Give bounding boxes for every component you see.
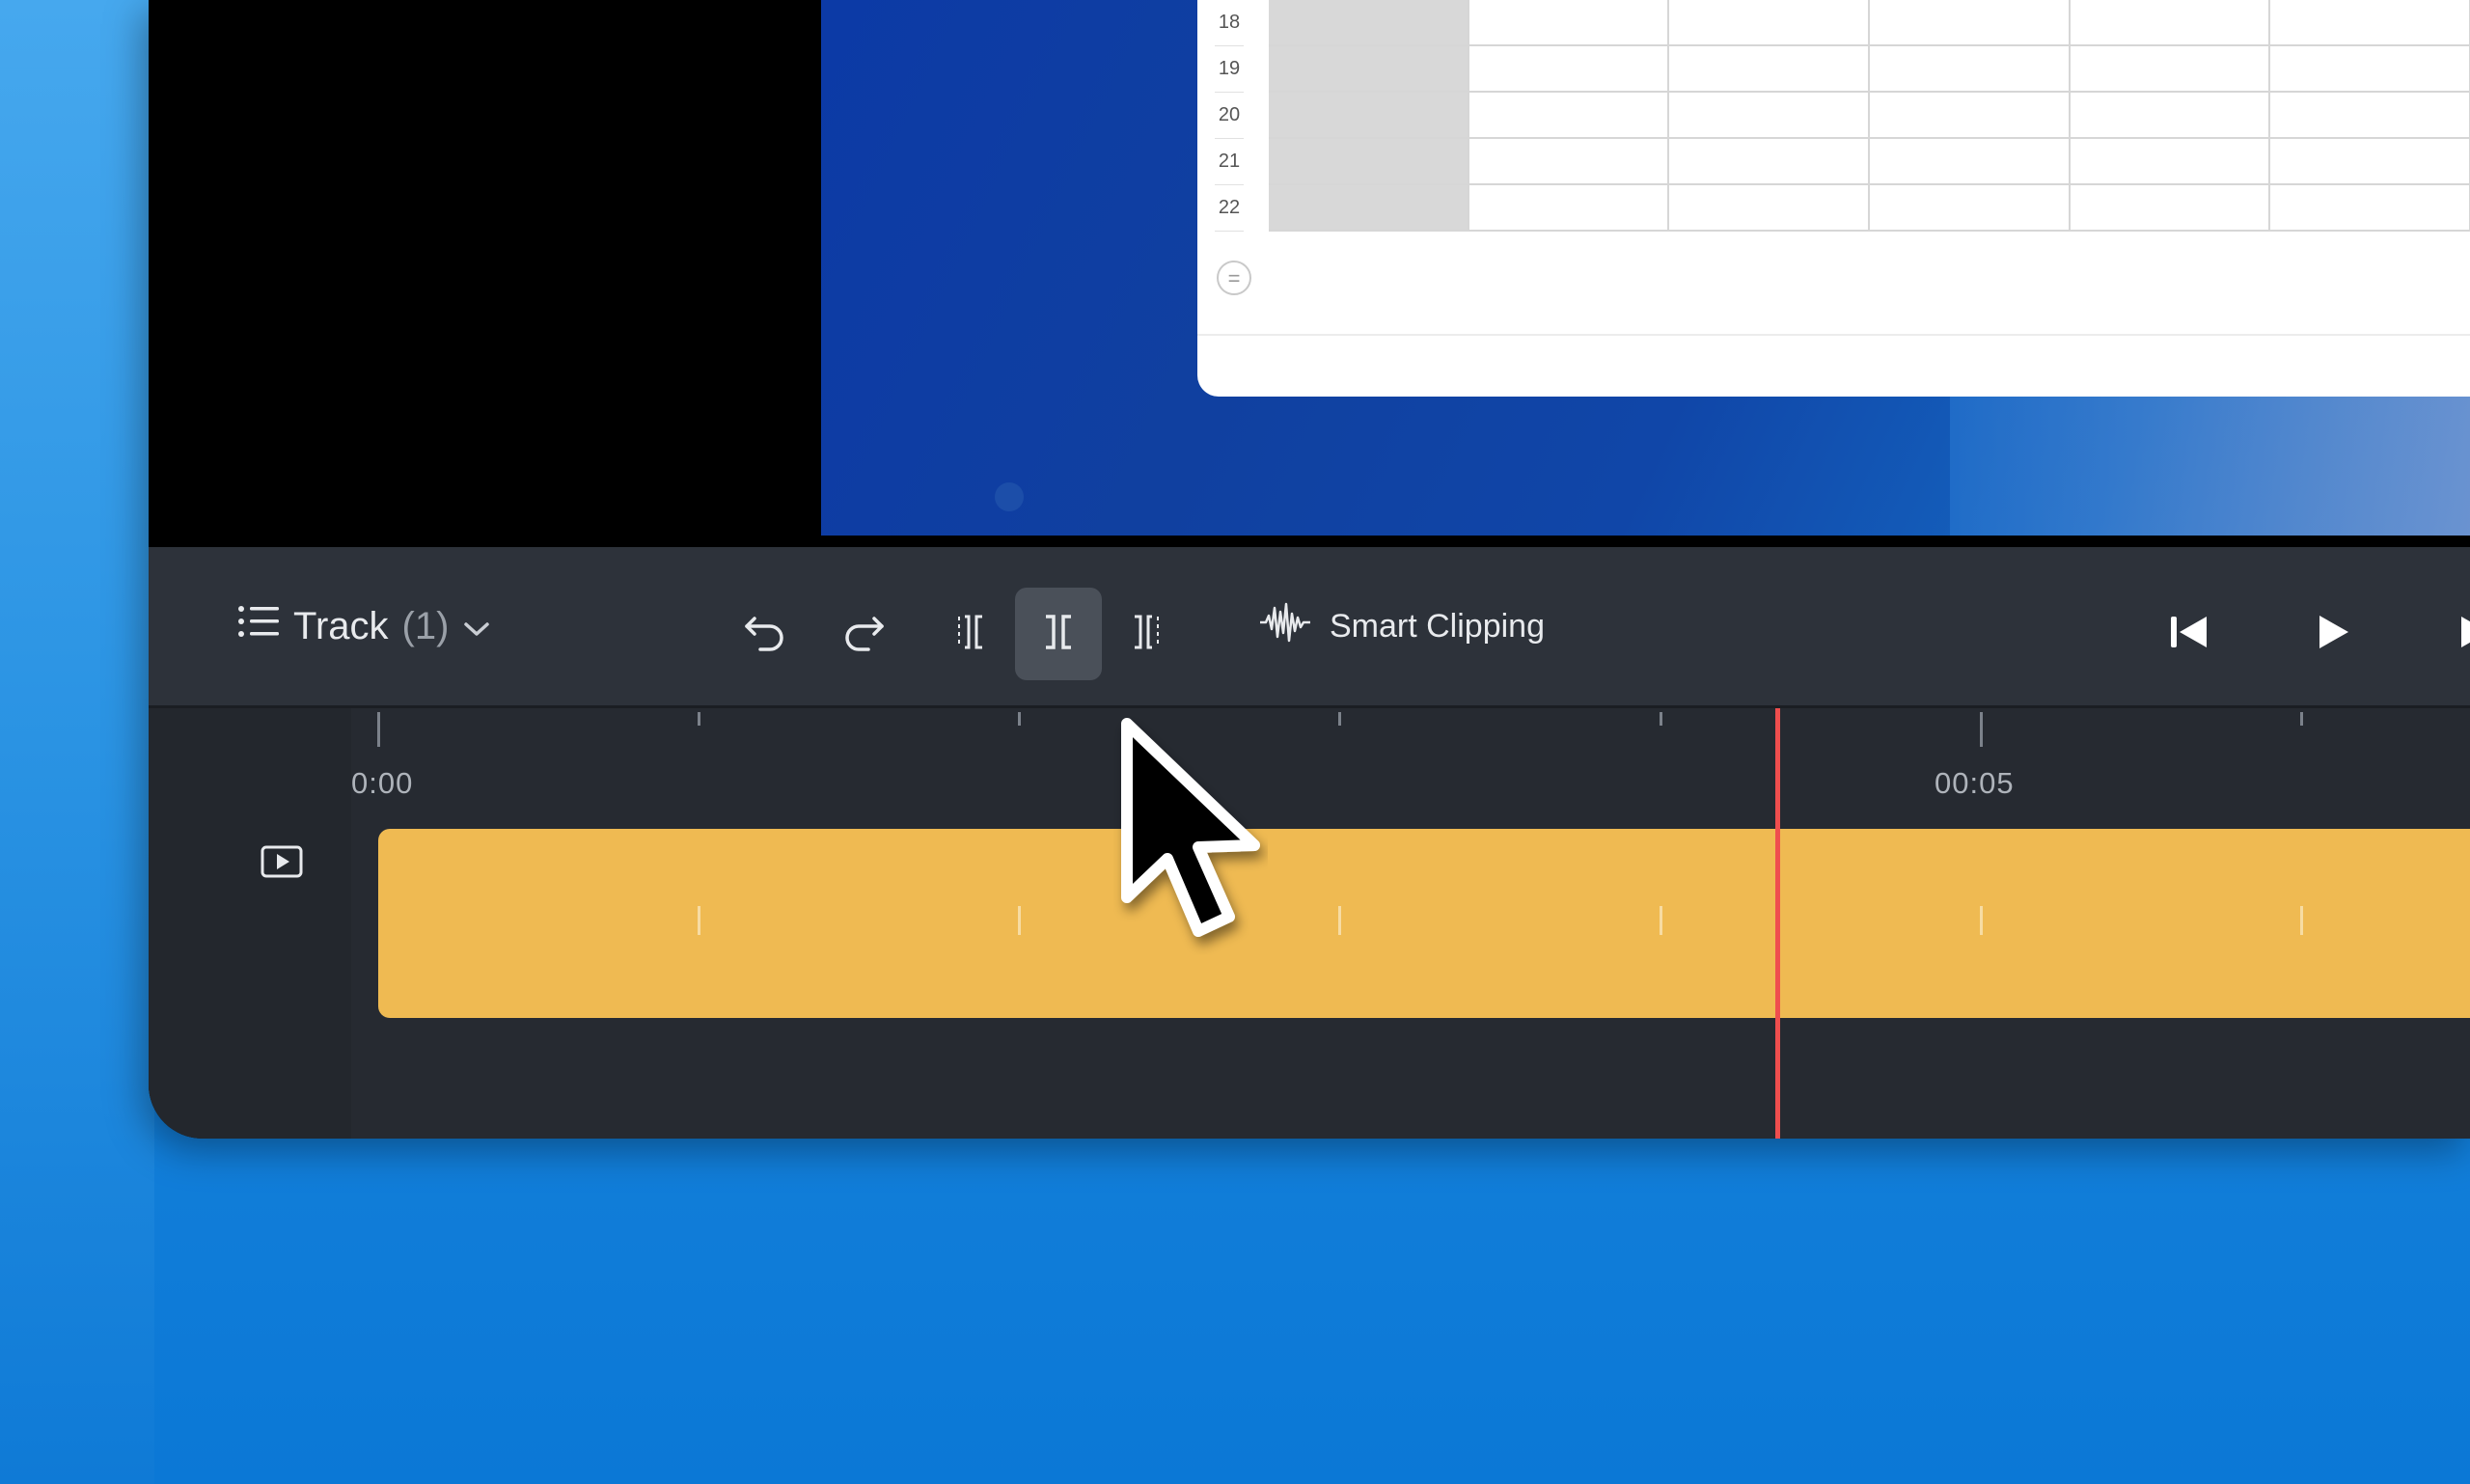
play-icon: [2316, 613, 2352, 656]
cell[interactable]: [1668, 92, 1870, 139]
cell[interactable]: [2269, 184, 2470, 232]
smart-clipping-button[interactable]: Smart Clipping: [1258, 593, 1545, 659]
row-number: 18: [1215, 0, 1244, 46]
clip-marker: [1660, 906, 1662, 935]
cell[interactable]: [2269, 45, 2470, 93]
track-selector-button[interactable]: Track (1): [237, 593, 491, 659]
row-number: 21: [1215, 139, 1244, 185]
cell[interactable]: [2269, 138, 2470, 185]
cell[interactable]: [1468, 138, 1670, 185]
cell[interactable]: [1868, 0, 2071, 46]
desktop-wallpaper-glow: [1950, 396, 2470, 536]
timeline-editor: Track (1) Smart Clipping 0:00 00:05: [149, 547, 2470, 1139]
clip-marker: [1980, 906, 1983, 935]
ruler-tick: [1018, 712, 1021, 726]
undo-button[interactable]: [722, 588, 809, 680]
time-label-5s: 00:05: [1935, 766, 2015, 800]
time-label-start: 0:00: [351, 766, 414, 800]
cell[interactable]: [1668, 184, 1870, 232]
ruler-tick: [698, 712, 700, 726]
desktop-dot: [995, 482, 1024, 511]
row-number: 20: [1215, 93, 1244, 139]
cell[interactable]: [1468, 0, 1670, 46]
trim-start-button[interactable]: [926, 588, 1013, 680]
clip-marker: [1018, 906, 1021, 935]
add-row-button[interactable]: =: [1217, 261, 1251, 295]
list-icon: [237, 604, 280, 648]
clip-marker: [698, 906, 700, 935]
track-header: [149, 708, 351, 1139]
ruler-tick: [2300, 712, 2303, 726]
ruler-tick: [1660, 712, 1662, 726]
cell[interactable]: [1269, 92, 1469, 139]
ruler-tick-major: [377, 712, 380, 747]
mouse-pointer-icon: [1113, 714, 1268, 955]
smart-clipping-label: Smart Clipping: [1330, 607, 1545, 645]
cell[interactable]: [1868, 138, 2071, 185]
trim-end-button[interactable]: [1104, 588, 1191, 680]
spreadsheet-grid: [1269, 0, 2470, 243]
playhead[interactable]: [1775, 708, 1780, 1139]
trim-start-icon: [953, 611, 986, 658]
cell[interactable]: [1269, 184, 1469, 232]
cell[interactable]: [1269, 45, 1469, 93]
cell[interactable]: [1468, 184, 1670, 232]
row-number: 22: [1215, 185, 1244, 232]
chevron-down-icon: [462, 605, 491, 648]
cell[interactable]: [2269, 0, 2470, 46]
clip-marker: [1338, 906, 1341, 935]
cell[interactable]: [1668, 138, 1870, 185]
cell[interactable]: [1868, 92, 2071, 139]
redo-icon: [841, 611, 886, 658]
video-preview: 18 19 20 21 22 =: [149, 0, 2470, 547]
split-button[interactable]: [1015, 588, 1102, 680]
cell[interactable]: [1668, 0, 1870, 46]
track-count: (1): [401, 604, 450, 647]
ruler-tick: [1338, 712, 1341, 726]
waveform-icon: [1258, 600, 1312, 653]
skip-forward-icon: [2457, 614, 2470, 655]
row-number: 19: [1215, 46, 1244, 93]
cell[interactable]: [2069, 0, 2271, 46]
editor-toolbar: Track (1) Smart Clipping: [149, 547, 2470, 708]
spreadsheet-window: 18 19 20 21 22 =: [1197, 0, 2470, 397]
cell[interactable]: [1269, 0, 1469, 46]
sheet-divider: [1197, 334, 2470, 336]
trim-end-icon: [1131, 611, 1164, 658]
video-track-icon: [261, 845, 303, 883]
track-label: Track: [293, 604, 389, 647]
cell[interactable]: [2069, 184, 2271, 232]
app-window: 18 19 20 21 22 = Track (1) Smart Clippin…: [149, 0, 2470, 1139]
skip-back-button[interactable]: [2146, 588, 2233, 680]
redo-button[interactable]: [820, 588, 907, 680]
undo-icon: [743, 611, 787, 658]
timeline-area[interactable]: 0:00 00:05: [149, 708, 2470, 1139]
cell[interactable]: [2269, 92, 2470, 139]
cell[interactable]: [1269, 138, 1469, 185]
video-clip[interactable]: [378, 829, 2470, 1018]
row-numbers: 18 19 20 21 22: [1215, 0, 1244, 232]
desktop-background: [0, 0, 154, 1484]
cell[interactable]: [2069, 92, 2271, 139]
cell[interactable]: [1468, 45, 1670, 93]
cell[interactable]: [1668, 45, 1870, 93]
play-button[interactable]: [2291, 588, 2377, 680]
cell[interactable]: [2069, 45, 2271, 93]
skip-back-icon: [2168, 614, 2210, 655]
split-icon: [1042, 611, 1075, 658]
skip-forward-button[interactable]: [2435, 588, 2470, 680]
cell[interactable]: [1868, 45, 2071, 93]
clip-marker: [2300, 906, 2303, 935]
ruler-tick-major: [1980, 712, 1983, 747]
cell[interactable]: [1468, 92, 1670, 139]
cell[interactable]: [1868, 184, 2071, 232]
cell[interactable]: [2069, 138, 2271, 185]
